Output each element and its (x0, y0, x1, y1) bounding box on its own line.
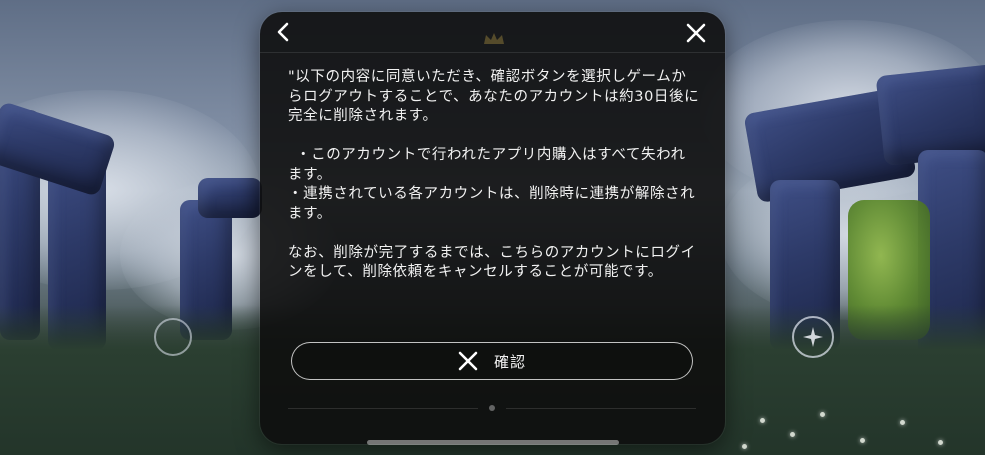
notice-bullet: ・このアカウントで行われたアプリ内購入はすべて失われます。 (288, 147, 686, 183)
cancel-note-paragraph: なお、削除が完了するまでは、こちらのアカウントにログインをして、削除依頼をキャン… (288, 244, 696, 281)
account-deletion-dialog: "以下の内容に同意いただき、確認ボタンを選択しゲームからログアウトすることで、あ… (260, 12, 725, 444)
divider (506, 408, 696, 409)
home-indicator[interactable] (367, 440, 619, 445)
chevron-left-icon[interactable] (272, 20, 296, 44)
x-icon (458, 351, 478, 371)
star-icon (803, 327, 823, 347)
dialog-header (260, 12, 725, 53)
star-button[interactable] (792, 316, 834, 358)
divider-dot (489, 405, 495, 411)
confirm-label: 確認 (493, 352, 526, 371)
notice-bullet: ・連携されている各アカウントは、削除時に連携が解除されます。 (288, 186, 696, 222)
sparkle (742, 444, 747, 449)
confirm-button[interactable]: 確認 (291, 342, 693, 380)
crown-icon (484, 33, 504, 44)
sparkle (860, 438, 865, 443)
sparkle (938, 440, 943, 445)
notice-paragraph: "以下の内容に同意いただき、確認ボタンを選択しゲームからログアウトすることで、あ… (288, 69, 700, 124)
sparkle (900, 420, 905, 425)
close-icon[interactable] (685, 22, 707, 44)
dialog-body: "以下の内容に同意いただき、確認ボタンを選択しゲームからログアウトすることで、あ… (288, 68, 700, 283)
sparkle (760, 418, 765, 423)
ring-icon[interactable] (154, 318, 192, 356)
sparkle (790, 432, 795, 437)
game-scene: "以下の内容に同意いただき、確認ボタンを選択しゲームからログアウトすることで、あ… (0, 0, 985, 455)
sparkle (820, 412, 825, 417)
divider (288, 408, 478, 409)
stone-lintel (198, 178, 262, 218)
